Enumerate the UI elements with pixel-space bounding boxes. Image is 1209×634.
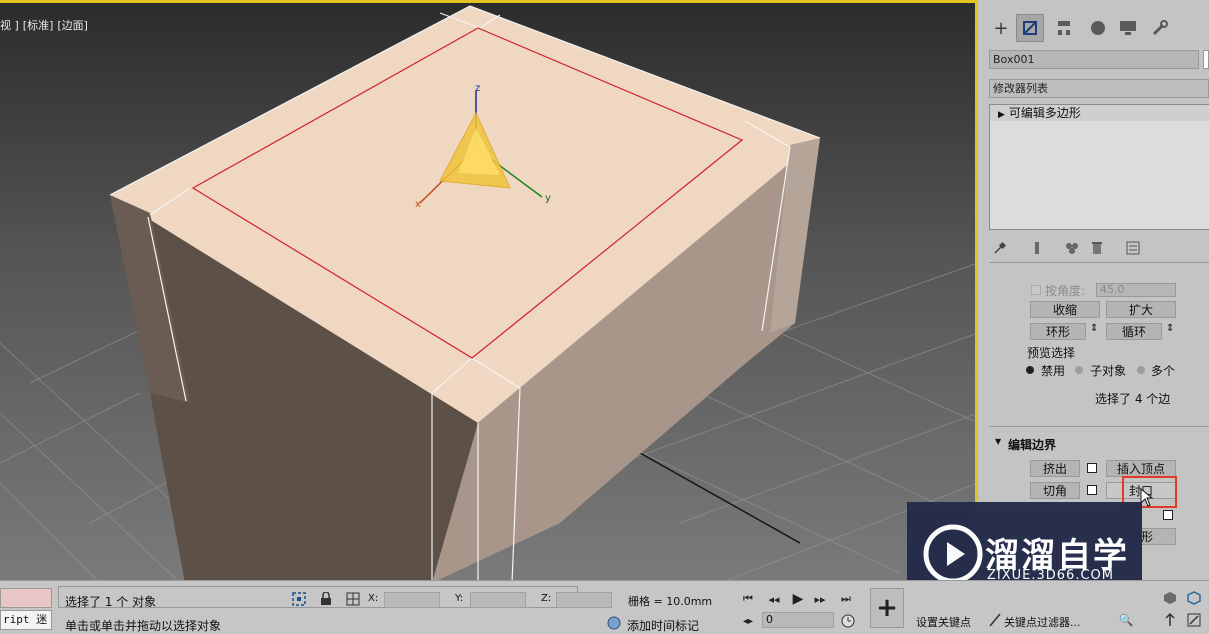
play-icon[interactable]: ▶ bbox=[790, 591, 806, 607]
previous-frame-icon[interactable]: ◂◂ bbox=[766, 591, 782, 607]
maxscript-listener-field[interactable] bbox=[0, 588, 52, 608]
viewport-label[interactable]: 视 ] [标准] [边面] bbox=[0, 17, 92, 33]
viewport-scene[interactable]: z x y bbox=[0, 3, 978, 580]
extrude-button[interactable]: 挤出 bbox=[1030, 460, 1080, 477]
loop-button[interactable]: 循环 bbox=[1106, 323, 1162, 340]
gizmo-y-label: y bbox=[545, 193, 551, 204]
z-coord-field[interactable] bbox=[556, 592, 612, 608]
modifier-stack-item-label: 可编辑多边形 bbox=[1008, 106, 1081, 120]
set-key-text[interactable]: 设置关键点 bbox=[916, 614, 971, 630]
preview-subobject-label[interactable]: 子对象 bbox=[1090, 362, 1126, 379]
absolute-mode-icon[interactable] bbox=[345, 591, 361, 607]
ring-button[interactable]: 环形 bbox=[1030, 323, 1086, 340]
modifier-stack[interactable]: ▶ 可编辑多边形 bbox=[989, 104, 1209, 230]
object-color-swatch[interactable] bbox=[1203, 50, 1209, 69]
key-filter-icon[interactable] bbox=[987, 612, 1003, 628]
prompt-hint-text: 单击或单击并拖动以选择对象 bbox=[65, 619, 222, 633]
by-angle-checkbox[interactable] bbox=[1031, 285, 1041, 295]
watermark-logo-icon bbox=[923, 524, 983, 584]
z-coord-label: Z: bbox=[541, 593, 552, 604]
go-to-start-icon[interactable]: ⏮ bbox=[740, 591, 756, 607]
make-unique-icon[interactable] bbox=[1063, 240, 1081, 256]
grid-size-text: 栅格 = 10.0mm bbox=[628, 595, 713, 608]
modifier-stack-item[interactable]: ▶ 可编辑多边形 bbox=[990, 105, 1209, 121]
maxscript-mini-listener[interactable]: ript 迷 bbox=[0, 610, 52, 630]
create-tab-icon[interactable]: + bbox=[987, 14, 1015, 42]
add-time-tag-text[interactable]: 添加时间标记 bbox=[627, 617, 699, 634]
go-to-end-icon[interactable]: ⏭ bbox=[838, 591, 854, 607]
show-end-result-icon[interactable] bbox=[1028, 240, 1046, 256]
motion-tab-icon[interactable] bbox=[1084, 14, 1112, 42]
by-angle-label: 按角度: bbox=[1045, 284, 1086, 298]
collapse-arrow-icon[interactable]: ▼ bbox=[995, 437, 1001, 446]
ring-spinner-icon[interactable]: ⇕ bbox=[1090, 323, 1098, 334]
selection-status: 选择了 4 个边 bbox=[1095, 392, 1171, 406]
mouse-cursor-icon bbox=[1140, 488, 1154, 507]
y-coord-field[interactable] bbox=[470, 592, 526, 608]
insert-vertex-button[interactable]: 插入顶点 bbox=[1106, 460, 1176, 477]
gizmo-x-label: x bbox=[415, 199, 421, 210]
loop-spinner-icon[interactable]: ⇕ bbox=[1166, 323, 1174, 334]
lock-selection-icon[interactable] bbox=[318, 591, 334, 607]
utilities-tab-icon[interactable] bbox=[1146, 14, 1174, 42]
display-tab-icon[interactable] bbox=[1114, 14, 1142, 42]
bridge-settings-icon[interactable] bbox=[1163, 510, 1173, 520]
panel-divider bbox=[989, 262, 1209, 263]
preview-disabled-label[interactable]: 禁用 bbox=[1041, 362, 1065, 379]
preview-multi-radio[interactable] bbox=[1137, 366, 1145, 374]
current-frame-field[interactable]: 0 bbox=[762, 612, 834, 628]
preview-multi-label[interactable]: 多个 bbox=[1151, 362, 1175, 379]
expand-arrow-icon[interactable]: ▶ bbox=[998, 110, 1005, 120]
grid-axis-line bbox=[639, 452, 801, 544]
preview-disabled-radio[interactable] bbox=[1026, 366, 1034, 374]
navigation-cube-icon[interactable] bbox=[1162, 590, 1178, 606]
remove-modifier-icon[interactable] bbox=[1088, 240, 1106, 256]
viewport-label-view[interactable]: 视 ] bbox=[0, 19, 19, 32]
key-mode-icon[interactable]: ◂▸ bbox=[740, 613, 756, 629]
orbit-icon[interactable] bbox=[1186, 590, 1202, 606]
viewport-label-standard[interactable]: [标准] bbox=[23, 19, 54, 32]
edit-borders-title[interactable]: 编辑边界 bbox=[1008, 436, 1056, 453]
viewport-label-edged-faces[interactable]: [边面] bbox=[57, 19, 88, 32]
zoom-icon[interactable]: 🔍 bbox=[1118, 612, 1134, 628]
gizmo-z-label: z bbox=[475, 83, 480, 94]
x-coord-label: X: bbox=[368, 593, 379, 604]
chamfer-settings-icon[interactable] bbox=[1087, 485, 1097, 495]
modifier-list-dropdown[interactable]: 修改器列表 bbox=[989, 79, 1209, 98]
configure-modifier-sets-icon[interactable] bbox=[1124, 240, 1142, 256]
maximize-viewport-icon[interactable] bbox=[1186, 612, 1202, 628]
time-config-icon[interactable] bbox=[840, 613, 856, 629]
grow-button[interactable]: 扩大 bbox=[1106, 301, 1176, 318]
key-filters-button[interactable]: 关键点过滤器... bbox=[1004, 614, 1081, 630]
modify-tab-icon[interactable] bbox=[1016, 14, 1044, 42]
hierarchy-tab-icon[interactable] bbox=[1050, 14, 1078, 42]
chamfer-button[interactable]: 切角 bbox=[1030, 482, 1080, 499]
perspective-viewport[interactable]: z x y 视 ] [标准] [边面] bbox=[0, 0, 978, 580]
x-coord-field[interactable] bbox=[384, 592, 440, 608]
extrude-settings-icon[interactable] bbox=[1087, 463, 1097, 473]
panel-divider bbox=[989, 426, 1209, 427]
object-name-field[interactable]: Box001 bbox=[989, 50, 1199, 69]
set-key-plus-icon[interactable]: + bbox=[870, 588, 904, 628]
pin-stack-icon[interactable] bbox=[991, 240, 1009, 256]
time-tag-icon[interactable] bbox=[606, 615, 622, 631]
shrink-button[interactable]: 收缩 bbox=[1030, 301, 1100, 318]
y-coord-label: Y: bbox=[455, 593, 464, 604]
preview-subobject-radio[interactable] bbox=[1075, 366, 1083, 374]
selection-status-text: 选择了 1 个 对象 bbox=[65, 595, 157, 609]
next-frame-icon[interactable]: ▸▸ bbox=[812, 591, 828, 607]
isolate-selection-icon[interactable] bbox=[291, 591, 307, 607]
preview-selection-label: 预览选择 bbox=[1027, 346, 1076, 360]
by-angle-spinner[interactable]: 45.0 bbox=[1096, 283, 1176, 297]
walk-through-icon[interactable] bbox=[1162, 612, 1178, 628]
